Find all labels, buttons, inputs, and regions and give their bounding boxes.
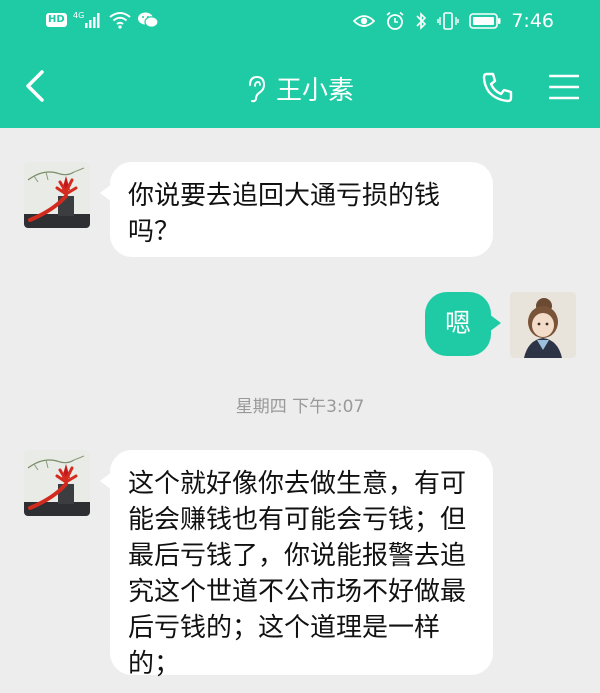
- contact-avatar[interactable]: [24, 450, 90, 516]
- chat-title: 王小素: [275, 76, 354, 106]
- message-bubble[interactable]: 这个就好像你去做生意，有可能会赚钱也有可能会亏钱；但最后亏钱了，你说能报警去追究…: [100, 450, 493, 679]
- phone-icon: [482, 72, 513, 103]
- title-bar: 王小素: [0, 44, 600, 128]
- message-bubble[interactable]: 你说要去追回大通亏损的钱吗？: [100, 162, 493, 257]
- message-text: 这个就好像你去做生意，有可能会赚钱也有可能会亏钱；但最后亏钱了，你说能报警去追究…: [128, 469, 467, 679]
- header-bar: HD 4G 7:46 王小素: [0, 0, 600, 128]
- signal-icon: 4G: [73, 10, 103, 30]
- alarm-icon: [385, 11, 405, 31]
- message-text: 你说要去追回大通亏损的钱吗？: [128, 181, 441, 247]
- hd-icon: HD: [46, 13, 67, 27]
- eye-icon: [353, 13, 376, 29]
- menu-button[interactable]: [548, 72, 580, 102]
- message-text: 嗯: [444, 309, 471, 339]
- wechat-icon: [137, 11, 159, 29]
- vibrate-icon: [437, 11, 460, 31]
- message-bubble-own[interactable]: 嗯: [425, 292, 501, 356]
- wifi-icon: [109, 11, 131, 29]
- status-bar: HD 4G 7:46: [0, 0, 600, 44]
- status-right: 7:46: [353, 10, 554, 32]
- message-timestamp: 星期四 下午3:07: [235, 397, 365, 417]
- menu-icon: [548, 74, 580, 100]
- contact-avatar[interactable]: [24, 162, 90, 228]
- voice-call-button[interactable]: [481, 70, 515, 104]
- status-time: 7:46: [511, 10, 554, 32]
- battery-icon: [469, 12, 501, 30]
- ear-icon: [248, 75, 265, 102]
- my-avatar[interactable]: [510, 292, 576, 358]
- status-left: HD 4G: [46, 10, 159, 30]
- bluetooth-icon: [415, 11, 427, 31]
- svg-text:4G: 4G: [73, 11, 84, 20]
